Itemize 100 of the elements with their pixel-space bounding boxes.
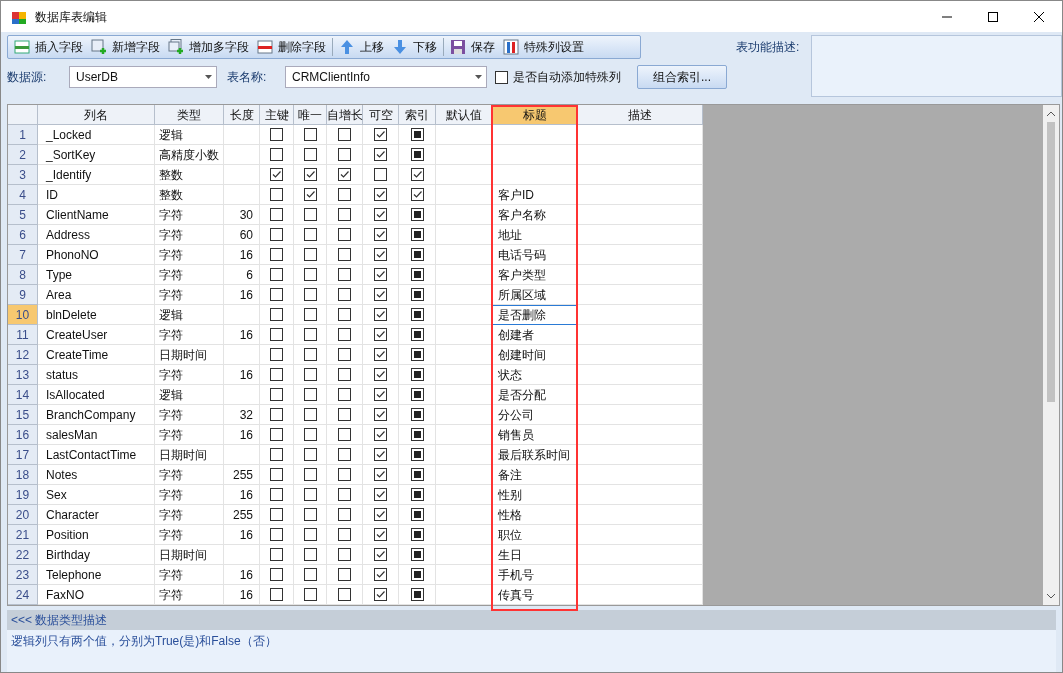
checkbox[interactable] xyxy=(338,188,351,201)
checkbox[interactable] xyxy=(270,548,283,561)
checkbox[interactable] xyxy=(303,128,317,141)
checkbox[interactable] xyxy=(338,528,351,541)
row-header[interactable]: 4 xyxy=(8,185,38,205)
toolbar-button[interactable]: 增加多字段 xyxy=(164,36,253,58)
row-header[interactable]: 8 xyxy=(8,265,38,285)
row-header[interactable]: 17 xyxy=(8,445,38,465)
row-header[interactable]: 24 xyxy=(8,585,38,605)
column-header[interactable]: 主键 xyxy=(260,105,294,125)
checkbox[interactable] xyxy=(374,208,387,221)
checkbox[interactable] xyxy=(338,328,351,341)
checkbox[interactable] xyxy=(374,448,387,461)
checkbox[interactable] xyxy=(303,408,317,421)
checkbox[interactable] xyxy=(270,368,283,381)
row-header[interactable]: 15 xyxy=(8,405,38,425)
checkbox[interactable] xyxy=(338,388,351,401)
checkbox[interactable] xyxy=(338,468,351,481)
description-field[interactable] xyxy=(811,35,1062,97)
checkbox[interactable] xyxy=(338,448,351,461)
column-header[interactable]: 可空 xyxy=(363,105,399,125)
column-header[interactable]: 默认值 xyxy=(436,105,492,125)
checkbox[interactable] xyxy=(270,228,283,241)
toolbar-button[interactable]: 上移 xyxy=(335,36,388,58)
column-header[interactable]: 唯一 xyxy=(294,105,327,125)
checkbox[interactable] xyxy=(374,188,387,201)
row-header[interactable]: 2 xyxy=(8,145,38,165)
checkbox[interactable] xyxy=(270,328,283,341)
checkbox[interactable] xyxy=(338,148,351,161)
checkbox[interactable] xyxy=(303,468,317,481)
checkbox[interactable] xyxy=(270,208,283,221)
checkbox[interactable] xyxy=(374,568,387,581)
row-header[interactable]: 23 xyxy=(8,565,38,585)
checkbox[interactable] xyxy=(338,228,351,241)
checkbox[interactable] xyxy=(338,128,351,141)
checkbox[interactable] xyxy=(338,248,351,261)
column-header[interactable]: 自增长 xyxy=(327,105,363,125)
row-header[interactable]: 1 xyxy=(8,125,38,145)
checkbox[interactable] xyxy=(270,588,283,601)
checkbox[interactable] xyxy=(338,288,351,301)
scrollbar[interactable] xyxy=(1043,105,1059,605)
row-header[interactable]: 5 xyxy=(8,205,38,225)
toolbar-button[interactable]: 保存 xyxy=(446,36,499,58)
checkbox[interactable] xyxy=(303,148,317,161)
row-header[interactable]: 19 xyxy=(8,485,38,505)
checkbox[interactable] xyxy=(270,568,283,581)
column-header[interactable]: 长度 xyxy=(224,105,260,125)
checkbox[interactable] xyxy=(338,168,351,181)
checkbox[interactable] xyxy=(303,388,317,401)
checkbox[interactable] xyxy=(374,548,387,561)
checkbox[interactable] xyxy=(270,128,283,141)
checkbox[interactable] xyxy=(374,228,387,241)
checkbox[interactable] xyxy=(374,248,387,261)
checkbox[interactable] xyxy=(303,268,317,281)
auto-special-checkbox[interactable]: 是否自动添加特殊列 xyxy=(495,68,621,86)
row-header[interactable]: 3 xyxy=(8,165,38,185)
checkbox[interactable] xyxy=(374,268,387,281)
table-name-dropdown[interactable]: CRMClientInfo xyxy=(285,66,487,88)
toolbar-button[interactable]: 特殊列设置 xyxy=(499,36,588,58)
composite-index-button[interactable]: 组合索引... xyxy=(637,65,727,89)
checkbox[interactable] xyxy=(374,428,387,441)
row-header[interactable]: 11 xyxy=(8,325,38,345)
column-header[interactable]: 类型 xyxy=(155,105,224,125)
checkbox[interactable] xyxy=(374,288,387,301)
checkbox[interactable] xyxy=(270,308,283,321)
checkbox[interactable] xyxy=(303,188,317,201)
checkbox[interactable] xyxy=(374,588,387,601)
checkbox[interactable] xyxy=(303,548,317,561)
checkbox[interactable] xyxy=(303,508,317,521)
checkbox[interactable] xyxy=(270,528,283,541)
checkbox[interactable] xyxy=(338,548,351,561)
checkbox[interactable] xyxy=(303,488,317,501)
info-panel-header[interactable]: <<< 数据类型描述 xyxy=(7,610,1056,630)
row-header[interactable]: 9 xyxy=(8,285,38,305)
toolbar-button[interactable]: 下移 xyxy=(388,36,441,58)
column-header[interactable]: 列名 xyxy=(38,105,155,125)
checkbox[interactable] xyxy=(303,248,317,261)
checkbox[interactable] xyxy=(270,268,283,281)
row-header[interactable]: 16 xyxy=(8,425,38,445)
datasource-dropdown[interactable]: UserDB xyxy=(69,66,217,88)
checkbox[interactable] xyxy=(270,168,283,181)
checkbox[interactable] xyxy=(270,468,283,481)
checkbox[interactable] xyxy=(270,428,283,441)
checkbox[interactable] xyxy=(303,568,317,581)
row-header[interactable]: 22 xyxy=(8,545,38,565)
checkbox[interactable] xyxy=(303,228,317,241)
checkbox[interactable] xyxy=(303,308,317,321)
checkbox[interactable] xyxy=(270,248,283,261)
checkbox[interactable] xyxy=(338,588,351,601)
row-header[interactable]: 21 xyxy=(8,525,38,545)
checkbox[interactable] xyxy=(270,488,283,501)
checkbox[interactable] xyxy=(374,408,387,421)
checkbox[interactable] xyxy=(270,148,283,161)
checkbox[interactable] xyxy=(338,268,351,281)
row-header[interactable]: 6 xyxy=(8,225,38,245)
checkbox[interactable] xyxy=(338,408,351,421)
row-header[interactable]: 20 xyxy=(8,505,38,525)
checkbox[interactable] xyxy=(374,168,387,181)
toolbar-button[interactable]: 新增字段 xyxy=(87,36,164,58)
checkbox[interactable] xyxy=(374,348,387,361)
